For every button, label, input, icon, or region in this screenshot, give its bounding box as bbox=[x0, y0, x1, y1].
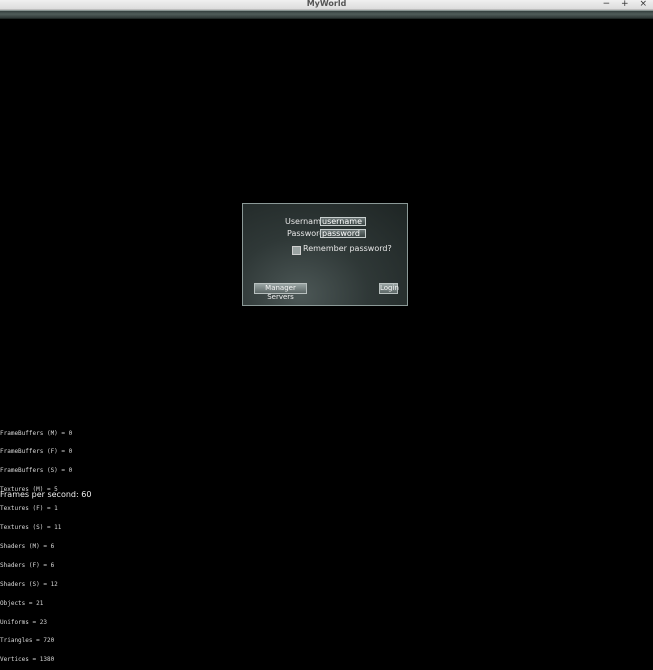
stat-line: Shaders (M) = 6 bbox=[0, 542, 55, 550]
stat-line: FrameBuffers (M) = 0 bbox=[0, 429, 73, 437]
remember-password-label: Remember password? bbox=[303, 244, 392, 253]
stat-line: FrameBuffers (S) = 0 bbox=[0, 467, 73, 475]
login-panel: Username: Password: Remember password? M… bbox=[242, 203, 408, 306]
top-bar bbox=[0, 10, 653, 19]
stat-line: Triangles = 720 bbox=[0, 637, 55, 645]
stat-line: Vertices = 1380 bbox=[0, 656, 55, 664]
stat-line: FrameBuffers (F) = 0 bbox=[0, 448, 73, 456]
maximize-icon[interactable]: + bbox=[621, 0, 629, 9]
render-stats: FrameBuffers (M) = 0 FrameBuffers (F) = … bbox=[0, 418, 72, 670]
manager-servers-button[interactable]: Manager Servers bbox=[254, 283, 307, 301]
stat-line: Objects = 21 bbox=[0, 599, 44, 607]
window-titlebar[interactable]: MyWorld − + × bbox=[0, 0, 653, 10]
stat-line: Shaders (F) = 6 bbox=[0, 561, 55, 569]
username-input[interactable] bbox=[320, 217, 366, 226]
window-controls: − + × bbox=[595, 0, 647, 9]
stat-line: Shaders (S) = 12 bbox=[0, 580, 58, 588]
minimize-icon[interactable]: − bbox=[603, 0, 611, 9]
login-button[interactable]: Login bbox=[379, 283, 399, 294]
window-title: MyWorld bbox=[306, 0, 347, 8]
password-input[interactable] bbox=[320, 229, 366, 238]
stat-line: Uniforms = 23 bbox=[0, 618, 47, 626]
stat-line: Textures (S) = 11 bbox=[0, 524, 62, 532]
remember-password-checkbox[interactable] bbox=[292, 246, 301, 255]
stat-line: Textures (F) = 1 bbox=[0, 505, 58, 513]
close-icon[interactable]: × bbox=[639, 0, 647, 9]
fps-counter: Frames per second: 60 bbox=[0, 490, 92, 499]
